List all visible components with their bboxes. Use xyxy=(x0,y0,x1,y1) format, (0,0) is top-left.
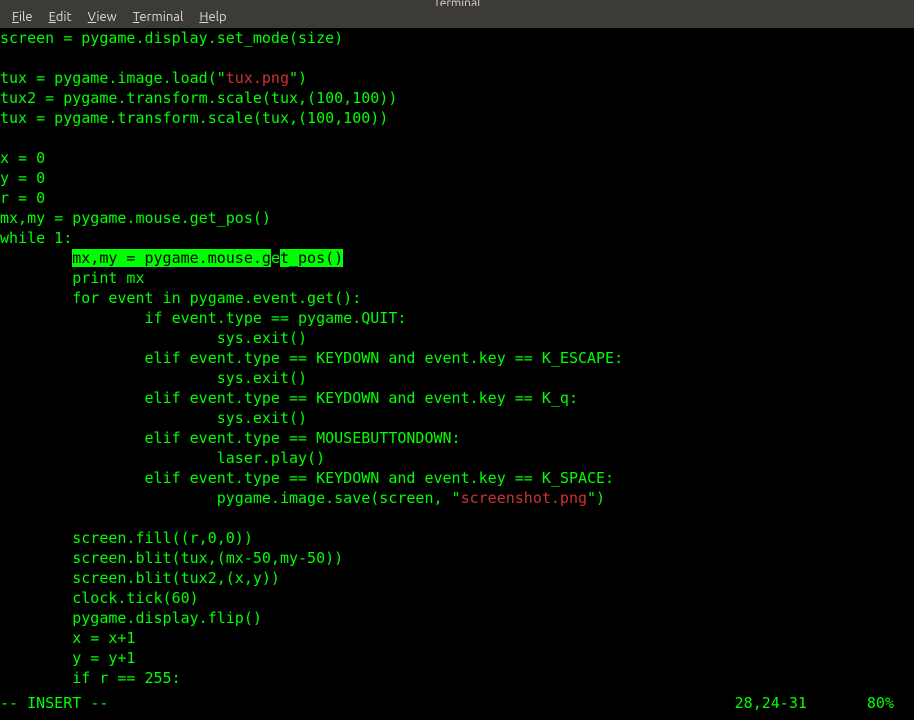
code-text: elif event.type == MOUSEBUTTONDOWN: xyxy=(0,429,461,447)
code-line: elif event.type == KEYDOWN and event.key… xyxy=(0,388,914,408)
vim-scroll-percent: 80% xyxy=(867,694,914,714)
code-line xyxy=(0,48,914,68)
menu-file[interactable]: File xyxy=(4,8,41,26)
string-literal: tux.png xyxy=(226,69,289,87)
vim-cursor-position: 28,24-31 xyxy=(735,694,867,714)
visual-selection: mx,my = pygame.mouse.g xyxy=(72,249,271,267)
code-line: clock.tick(60) xyxy=(0,588,914,608)
code-line: tux = pygame.transform.scale(tux,(100,10… xyxy=(0,108,914,128)
code-line: y = 0 xyxy=(0,168,914,188)
code-text: r = 0 xyxy=(0,189,45,207)
code-text: sys.exit() xyxy=(0,329,307,347)
code-text: screen.fill((r,0,0)) xyxy=(0,529,253,547)
code-line: sys.exit() xyxy=(0,368,914,388)
code-text: x = 0 xyxy=(0,149,45,167)
code-text: screen.blit(tux2,(x,y)) xyxy=(0,569,280,587)
code-line: sys.exit() xyxy=(0,328,914,348)
code-text: for event in pygame.event.get(): xyxy=(0,289,361,307)
menubar: FileEditViewTerminalHelp xyxy=(0,6,914,28)
code-line: if event.type == pygame.QUIT: xyxy=(0,308,914,328)
window-title: Terminal xyxy=(434,0,481,6)
code-line: tux2 = pygame.transform.scale(tux,(100,1… xyxy=(0,88,914,108)
code-line: r = 0 xyxy=(0,188,914,208)
code-line xyxy=(0,508,914,528)
code-line: mx,my = pygame.mouse.get_pos() xyxy=(0,208,914,228)
code-text: tux2 = pygame.transform.scale(tux,(100,1… xyxy=(0,89,397,107)
code-text: sys.exit() xyxy=(0,409,307,427)
menu-terminal[interactable]: Terminal xyxy=(125,8,192,26)
code-line: elif event.type == MOUSEBUTTONDOWN: xyxy=(0,428,914,448)
code-line: while 1: xyxy=(0,228,914,248)
code-line: x = x+1 xyxy=(0,628,914,648)
vim-status-line: -- INSERT -- 28,24-31 80% xyxy=(0,694,914,714)
code-line: pygame.display.flip() xyxy=(0,608,914,628)
code-text xyxy=(0,249,72,267)
code-text: clock.tick(60) xyxy=(0,589,199,607)
code-line: elif event.type == KEYDOWN and event.key… xyxy=(0,348,914,368)
code-line xyxy=(0,128,914,148)
code-line: screen = pygame.display.set_mode(size) xyxy=(0,28,914,48)
vim-mode-indicator: -- INSERT -- xyxy=(0,694,108,714)
menu-help[interactable]: Help xyxy=(191,8,234,26)
code-text: y = y+1 xyxy=(0,649,135,667)
code-line: pygame.image.save(screen, "screenshot.pn… xyxy=(0,488,914,508)
code-text: print mx xyxy=(0,269,145,287)
code-text: ") xyxy=(289,69,307,87)
code-text: mx,my = pygame.mouse.get_pos() xyxy=(0,209,271,227)
code-text: if r == 255: xyxy=(0,669,181,687)
menu-edit[interactable]: Edit xyxy=(41,8,80,26)
code-line: if r == 255: xyxy=(0,668,914,688)
code-line: y = y+1 xyxy=(0,648,914,668)
code-line: screen.blit(tux2,(x,y)) xyxy=(0,568,914,588)
code-line: elif event.type == KEYDOWN and event.key… xyxy=(0,468,914,488)
code-line: laser.play() xyxy=(0,448,914,468)
code-text: tux = pygame.transform.scale(tux,(100,10… xyxy=(0,109,388,127)
code-line: x = 0 xyxy=(0,148,914,168)
code-line: screen.fill((r,0,0)) xyxy=(0,528,914,548)
code-text: tux = pygame.image.load(" xyxy=(0,69,226,87)
code-text: elif event.type == KEYDOWN and event.key… xyxy=(0,469,614,487)
code-line: mx,my = pygame.mouse.get_pos() xyxy=(0,248,914,268)
code-text: y = 0 xyxy=(0,169,45,187)
code-text: e xyxy=(271,249,280,267)
code-line: print mx xyxy=(0,268,914,288)
code-text: screen.blit(tux,(mx-50,my-50)) xyxy=(0,549,343,567)
menu-view[interactable]: View xyxy=(80,8,125,26)
code-text: pygame.image.save(screen, " xyxy=(0,489,461,507)
code-line: screen.blit(tux,(mx-50,my-50)) xyxy=(0,548,914,568)
code-line: for event in pygame.event.get(): xyxy=(0,288,914,308)
code-text: screen = pygame.display.set_mode(size) xyxy=(0,29,343,47)
code-text: if event.type == pygame.QUIT: xyxy=(0,309,406,327)
code-text: while 1: xyxy=(0,229,72,247)
code-line: tux = pygame.image.load("tux.png") xyxy=(0,68,914,88)
code-text: elif event.type == KEYDOWN and event.key… xyxy=(0,349,623,367)
terminal-editor-area[interactable]: screen = pygame.display.set_mode(size) t… xyxy=(0,28,914,688)
visual-selection: t_pos() xyxy=(280,249,343,267)
code-text: laser.play() xyxy=(0,449,325,467)
code-line: sys.exit() xyxy=(0,408,914,428)
code-text: x = x+1 xyxy=(0,629,135,647)
code-text: sys.exit() xyxy=(0,369,307,387)
code-text: pygame.display.flip() xyxy=(0,609,262,627)
code-text: elif event.type == KEYDOWN and event.key… xyxy=(0,389,578,407)
code-text: ") xyxy=(587,489,605,507)
string-literal: screenshot.png xyxy=(461,489,587,507)
